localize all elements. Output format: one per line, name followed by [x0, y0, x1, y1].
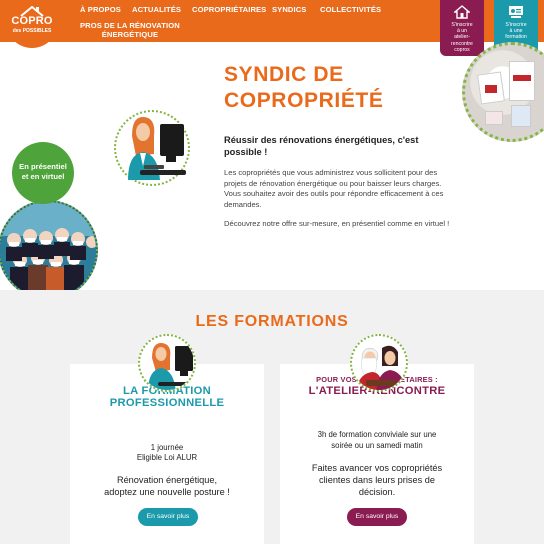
en-savoir-plus-button[interactable]: En savoir plus: [347, 508, 407, 526]
nav-item-a-propos[interactable]: À PROPOS: [80, 5, 121, 14]
cta-copros-line5: copros: [454, 46, 470, 53]
cta-formation-line3: formation: [505, 34, 527, 41]
logo-subtext: des POSSIBLES: [12, 28, 52, 34]
card-detail-2: Eligible Loi ALUR: [136, 453, 198, 462]
presentation-icon: [509, 6, 523, 18]
en-savoir-plus-button[interactable]: En savoir plus: [138, 508, 198, 526]
page-title: SYNDIC DE COPROPRIÉTÉ: [224, 62, 383, 114]
card-pitch-2: adoptez une nouvelle posture !: [104, 487, 230, 497]
group-photo: [0, 200, 98, 300]
hero-subtitle: Réussir des rénovations énergétiques, c'…: [224, 135, 419, 157]
atelier-illustration: [350, 334, 408, 392]
nav-item-pros-line2: ÉNERGÉTIQUE: [101, 30, 159, 39]
syndic-illustration: [114, 110, 190, 186]
badge-line1: En présentiel: [19, 162, 67, 171]
hero-paragraph-2: Découvrez notre offre sur-mesure, en pré…: [224, 219, 450, 228]
card-pitch-3: décision.: [358, 487, 396, 497]
nav-item-syndics[interactable]: SYNDICS: [272, 5, 306, 14]
group-people-icon: [0, 202, 96, 298]
card-pitch-1: Rénovation énergétique,: [116, 475, 218, 485]
nav-item-pros-line1: PROS DE LA RÉNOVATION: [80, 21, 180, 30]
card-detail-1: 1 journée: [150, 443, 184, 452]
card-detail-2: soirée ou un samedi matin: [331, 441, 423, 450]
badge-line2: et en virtuel: [21, 172, 65, 181]
nav-item-collectivites[interactable]: COLLECTIVITÉS: [320, 5, 381, 14]
nav-item-actualites[interactable]: ACTUALITÉS: [132, 5, 181, 14]
card-title-line2: PROFESSIONNELLE: [109, 397, 225, 409]
logo-text: COPRO: [11, 15, 53, 27]
page-title-line1: SYNDIC DE: [224, 63, 344, 86]
card-pitch-2: clientes dans leurs prises de: [319, 475, 435, 485]
hero-paragraph-1: Les copropriétés que vous administrez vo…: [224, 168, 444, 209]
formation-pro-illustration: [138, 334, 196, 392]
nav-item-pros-renovation[interactable]: PROS DE LA RÉNOVATION ÉNERGÉTIQUE: [80, 21, 180, 39]
card-detail-1: 3h de formation conviviale sur une: [317, 430, 437, 439]
nav-item-coproprietaires[interactable]: COPROPRIÉTAIRES: [192, 5, 266, 14]
woman-at-computer-icon: [128, 116, 186, 180]
house-icon: [454, 5, 470, 19]
cta-atelier-copros[interactable]: S'inscrire à un atelier- rencontre copro…: [440, 0, 484, 56]
card-pitch-1: Faites avancer vos copropriétés: [311, 463, 443, 473]
page-title-line2: COPROPRIÉTÉ: [224, 89, 384, 112]
training-photo: [462, 42, 544, 142]
formations-title: LES FORMATIONS: [195, 313, 349, 330]
presentiel-virtuel-badge: En présentiel et en virtuel: [12, 142, 74, 204]
